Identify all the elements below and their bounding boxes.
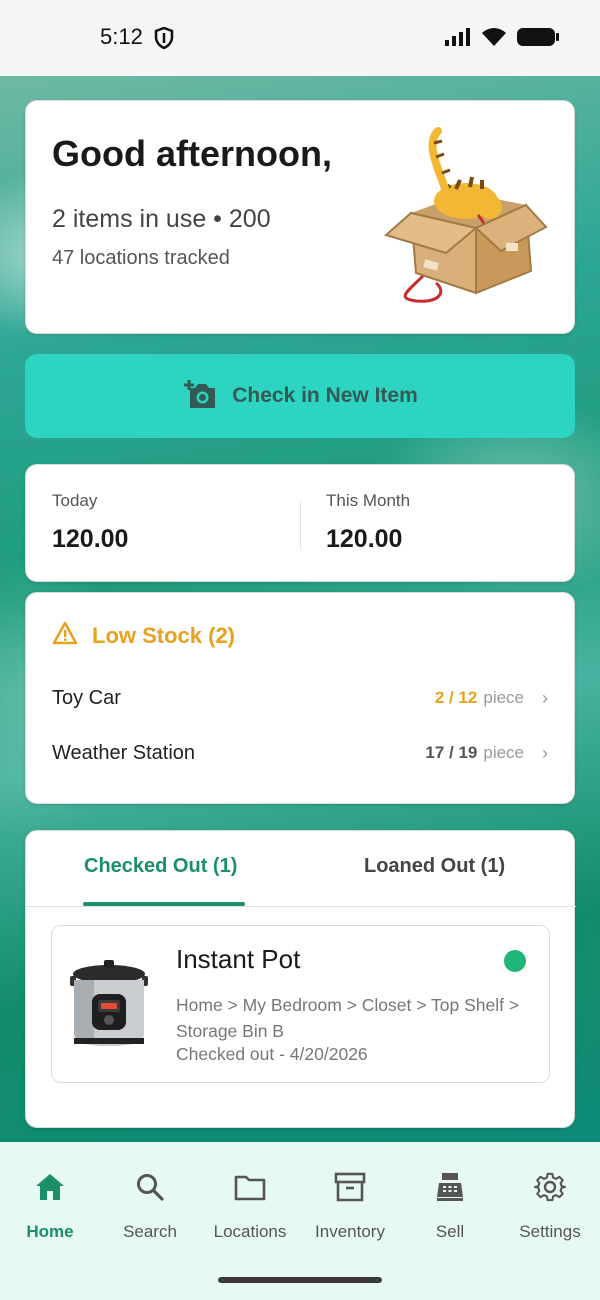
stat-today-value: 120.00 [52, 525, 129, 553]
low-stock-item-name: Toy Car [52, 686, 121, 709]
items-in-use-summary: 2 items in use • 200 [52, 205, 271, 233]
folder-icon [200, 1170, 300, 1204]
warning-icon [52, 621, 78, 650]
low-stock-title: Low Stock (2) [92, 622, 236, 648]
locations-tracked: 47 locations tracked [52, 247, 230, 269]
item-status: Checked out - 4/20/2026 [176, 1044, 368, 1064]
signal-icon [444, 27, 472, 52]
cat-in-box-illustration [366, 123, 556, 313]
stat-month-label: This Month [326, 491, 411, 510]
status-time: 5:12 [100, 24, 143, 49]
nav-item-inventory[interactable]: Inventory [300, 1170, 400, 1242]
nav-item-settings[interactable]: Settings [500, 1170, 600, 1242]
archive-icon [300, 1170, 400, 1204]
low-stock-row[interactable]: Toy Car 2 / 12 piece › [52, 683, 548, 713]
nav-label-search: Search [123, 1222, 177, 1241]
nav-item-home[interactable]: Home [0, 1170, 100, 1242]
add-camera-icon [182, 378, 218, 415]
tab-indicator [83, 902, 245, 906]
low-stock-row[interactable]: Weather Station 17 / 19 piece › [52, 738, 548, 768]
chevron-right-icon: › [542, 742, 548, 763]
home-icon [0, 1170, 100, 1204]
cash-register-icon [400, 1170, 500, 1204]
checkout-tabs: Checked Out (1) Loaned Out (1) [26, 831, 576, 907]
wifi-icon [480, 26, 508, 53]
nav-label-settings: Settings [519, 1222, 581, 1241]
nav-item-search[interactable]: Search [100, 1170, 200, 1242]
low-stock-header: Low Stock (2) [52, 621, 235, 650]
stat-today: Today 120.00 [52, 491, 128, 554]
status-bar: 5:12 [0, 0, 600, 76]
tab-checked-out[interactable]: Checked Out (1) [84, 855, 237, 878]
chevron-right-icon: › [542, 687, 548, 708]
low-stock-item-unit: piece [483, 688, 524, 707]
status-dot [504, 950, 526, 972]
nav-item-locations[interactable]: Locations [200, 1170, 300, 1242]
greeting-card: Good afternoon, 2 items in use • 200 47 … [25, 100, 575, 334]
tab-loaned-out[interactable]: Loaned Out (1) [364, 855, 505, 878]
shield-icon [154, 26, 174, 54]
nav-label-sell: Sell [435, 1222, 465, 1241]
item-location-path: Home > My Bedroom > Closet > Top Shelf >… [176, 995, 520, 1041]
instant-pot-image [64, 958, 154, 1050]
stat-today-label: Today [52, 491, 98, 510]
check-in-label: Check in New Item [232, 384, 418, 407]
item-name: Instant Pot [176, 944, 301, 974]
checked-out-item[interactable]: Instant Pot Home > My Bedroom > Closet >… [51, 925, 550, 1083]
nav-label-locations: Locations [213, 1222, 287, 1241]
stats-card: Today 120.00 This Month 120.00 [25, 464, 575, 582]
nav-item-sell[interactable]: Sell [400, 1170, 500, 1242]
low-stock-item-count: 17 / 19 [425, 743, 478, 762]
stat-divider [300, 501, 301, 549]
low-stock-item-count: 2 / 12 [434, 688, 478, 707]
nav-label-inventory: Inventory [315, 1222, 385, 1241]
search-icon [100, 1170, 200, 1204]
gear-icon [500, 1170, 600, 1204]
check-in-new-item-button[interactable]: Check in New Item [25, 354, 575, 438]
checked-out-card: Checked Out (1) Loaned Out (1) Instant P… [25, 830, 576, 1128]
home-indicator[interactable] [218, 1277, 382, 1283]
low-stock-item-unit: piece [483, 743, 524, 762]
nav-label-home: Home [26, 1222, 74, 1241]
low-stock-card: Low Stock (2) Toy Car 2 / 12 piece › Wea… [25, 592, 575, 804]
greeting-title: Good afternoon, [52, 133, 332, 174]
low-stock-item-name: Weather Station [52, 741, 196, 764]
status-icons [444, 26, 560, 53]
stat-month-value: 120.00 [326, 525, 403, 553]
stat-month: This Month 120.00 [326, 491, 410, 554]
battery-icon [516, 26, 560, 53]
